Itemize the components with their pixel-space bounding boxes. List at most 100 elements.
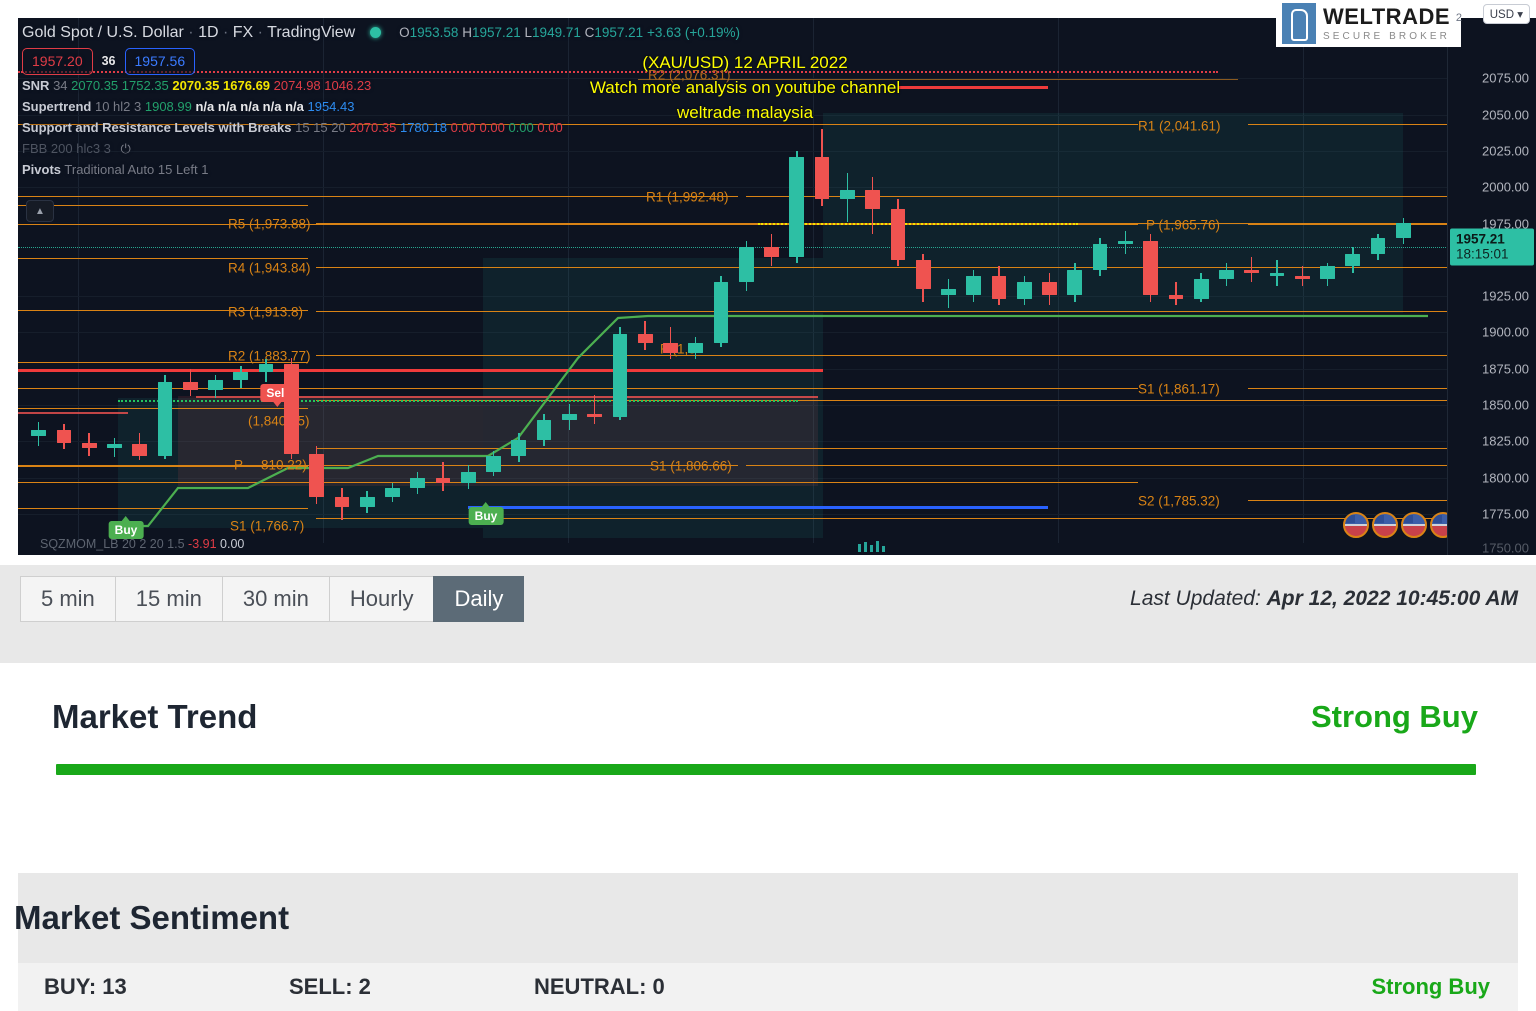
us-flag-icon[interactable] xyxy=(1401,512,1427,538)
high-value: 1957.21 xyxy=(471,25,521,40)
currency-selector[interactable]: USD ▾ xyxy=(1482,4,1530,24)
price-tick: 1900.00 xyxy=(1482,324,1529,340)
symbol-interval[interactable]: 1D xyxy=(198,24,218,41)
fbb-params: 200 hlc3 3 xyxy=(50,141,111,156)
candle-wick xyxy=(113,437,116,458)
high-price-badge: 1957.56 xyxy=(124,48,196,75)
tab-hourly[interactable]: Hourly xyxy=(328,576,435,622)
low-value: 1949.71 xyxy=(532,25,581,40)
sqzmom-value-2: 0.00 xyxy=(220,537,245,551)
candle-body xyxy=(157,381,173,456)
candle-body xyxy=(208,380,223,390)
open-value: 1953.58 xyxy=(409,25,459,40)
symbol-exchange: FX xyxy=(232,24,254,41)
spread-value: 36 xyxy=(101,54,116,68)
candlestick xyxy=(1219,263,1234,286)
candlestick xyxy=(385,482,400,503)
tab-15min[interactable]: 15 min xyxy=(114,576,223,622)
sqzmom-indicator-legend[interactable]: SQZMOM_LB 20 2 20 1.5 -3.91 0.00 xyxy=(40,537,244,551)
sqzmom-name: SQZMOM_LB xyxy=(40,537,119,551)
tab-daily[interactable]: Daily xyxy=(433,576,525,622)
candle-body xyxy=(587,413,602,418)
candle-body xyxy=(713,282,729,344)
snr-v5: 2074.98 xyxy=(273,78,321,93)
candle-body xyxy=(1168,295,1184,299)
candlestick xyxy=(258,359,274,382)
candlestick xyxy=(840,173,855,222)
tab-5min[interactable]: 5 min xyxy=(20,576,116,622)
us-flag-icon[interactable] xyxy=(1372,512,1398,538)
low-label: L xyxy=(524,25,533,40)
pivot-label-s1-mid: S1 (1,806.66) xyxy=(650,458,732,474)
sentiment-verdict: Strong Buy xyxy=(1371,974,1490,999)
symbol-header-row[interactable]: Gold Spot / U.S. Dollar · 1D · FX · Trad… xyxy=(22,22,1022,43)
candle-body xyxy=(385,487,400,498)
srb-name: Support and Resistance Levels with Break… xyxy=(22,120,292,135)
supertrend-name: Supertrend xyxy=(22,99,92,114)
close-label: C xyxy=(584,25,595,40)
candle-body xyxy=(233,372,249,381)
candle-body xyxy=(941,288,956,296)
candlestick xyxy=(460,465,476,490)
hidden-eye-icon[interactable]: ⏻ xyxy=(121,138,131,159)
candlestick xyxy=(1269,260,1285,286)
weltrade-logo: WELTRADE SECURE BROKER xyxy=(1276,0,1461,47)
candle-wick xyxy=(442,462,444,491)
price-axis[interactable]: 2075.00 2050.00 2025.00 2000.00 1975.00 … xyxy=(1447,18,1536,555)
candle-body xyxy=(536,420,552,440)
market-trend-value: Strong Buy xyxy=(1310,699,1478,734)
candle-body xyxy=(890,208,906,261)
candle-body xyxy=(107,444,122,448)
buy-signal-marker[interactable]: Buy xyxy=(468,502,504,525)
us-flag-icon[interactable] xyxy=(1343,512,1369,538)
candlestick xyxy=(1168,282,1184,305)
candlestick xyxy=(182,369,198,397)
candlestick xyxy=(31,421,46,446)
legend-collapse-button[interactable]: ▲ xyxy=(26,200,54,222)
pivot-label-r1-left: (1,840.25) xyxy=(248,413,310,429)
pivot-label-r1-right: R1 (2,041.61) xyxy=(1138,118,1221,134)
candle-body xyxy=(612,333,628,418)
candle-body xyxy=(1067,269,1083,296)
symbol-name[interactable]: Gold Spot / U.S. Dollar xyxy=(22,24,184,41)
ohlc-row: O1953.58 H1957.21 L1949.71 C1957.21 +3.6… xyxy=(399,25,740,40)
annotation-line-3: weltrade malaysia xyxy=(676,103,814,122)
timeframe-button-group[interactable]: 5 min 15 min 30 min Hourly Daily xyxy=(20,576,525,622)
candle-body xyxy=(562,413,577,421)
candlestick xyxy=(486,450,501,477)
candle-body xyxy=(1092,244,1108,270)
candlestick xyxy=(1042,272,1057,305)
candlestick xyxy=(233,365,249,389)
indicator-row-fbb[interactable]: FBB 200 hlc3 3 ⏻ xyxy=(22,138,1022,159)
weltrade-logo-title: WELTRADE xyxy=(1323,3,1451,29)
candle-body xyxy=(334,497,350,507)
economic-event-flags[interactable] xyxy=(1343,512,1456,538)
candlestick xyxy=(915,253,931,302)
chart-bottom-mask xyxy=(36,543,1466,555)
srb-v4: 0.00 xyxy=(479,120,505,135)
candle-body xyxy=(486,455,501,472)
supertrend-v1: 1908.99 xyxy=(144,99,192,114)
indicator-row-pivots[interactable]: Pivots Traditional Auto 15 Left 1 xyxy=(22,159,1022,180)
price-tick: 1850.00 xyxy=(1482,397,1529,413)
candle-body xyxy=(865,189,880,209)
candlestick xyxy=(764,234,779,267)
candle-body xyxy=(1320,266,1335,280)
candlestick xyxy=(562,404,577,430)
candlestick xyxy=(991,266,1007,305)
panel-divider xyxy=(0,633,1536,663)
sqzmom-params: 20 2 20 1.5 xyxy=(121,537,185,551)
candlestick xyxy=(536,413,552,446)
price-tick: 1750.00 xyxy=(1482,540,1529,556)
tab-30min[interactable]: 30 min xyxy=(221,576,330,622)
last-updated-value: Apr 12, 2022 10:45:00 AM xyxy=(1266,587,1518,610)
price-tick: 1800.00 xyxy=(1482,470,1529,486)
market-sentiment-title: Market Sentiment xyxy=(14,899,290,936)
candle-body xyxy=(1016,282,1032,299)
candle-body xyxy=(915,260,931,289)
open-label: O xyxy=(399,25,410,40)
snr-v6: 1046.23 xyxy=(324,78,372,93)
candle-body xyxy=(840,189,855,200)
candlestick xyxy=(663,327,678,360)
candlestick xyxy=(334,487,350,520)
